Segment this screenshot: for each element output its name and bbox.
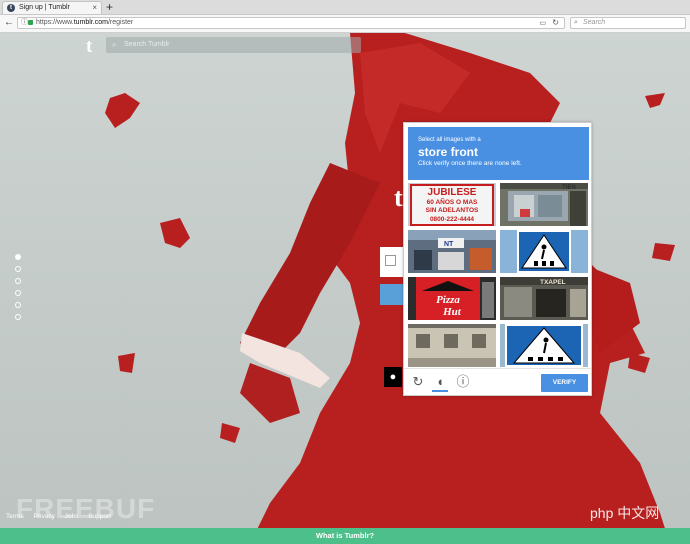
reload-challenge-icon[interactable]: ↻ xyxy=(410,374,426,390)
captcha-tile-pedestrian-sign[interactable] xyxy=(500,324,588,367)
carousel-dot[interactable] xyxy=(15,314,21,320)
captcha-image-grid: JUBILESE 60 AÑOS O MAS SIN ADELANTOS 080… xyxy=(408,183,589,367)
what-is-tumblr-bar[interactable]: What is Tumblr? xyxy=(0,528,690,544)
footer-links: Terms Privacy Jobs Support xyxy=(6,513,119,520)
tile-text: TXAPEL xyxy=(540,279,566,286)
captcha-instruction-top: Select all images with a xyxy=(418,137,481,143)
tile-image: TIEN xyxy=(500,183,588,226)
captcha-tile-pizza-hut[interactable]: Pizza Hut xyxy=(408,277,496,320)
apple-icon[interactable]: ● xyxy=(384,367,402,387)
info-icon[interactable]: ⓘ xyxy=(455,374,471,390)
tile-image: NT xyxy=(408,230,496,273)
address-bar[interactable]: ⓘ https://www.tumblr.com/register ▭ ↻ xyxy=(17,17,565,29)
tumblr-logo[interactable]: t xyxy=(86,36,92,58)
captcha-tile-building[interactable] xyxy=(408,324,496,367)
tumblr-search-input[interactable]: ⌕ Search Tumblr xyxy=(106,37,361,53)
tab-title: Sign up | Tumblr xyxy=(19,4,70,11)
carousel-dot[interactable] xyxy=(15,254,21,260)
tumblr-big-logo: t xyxy=(394,183,403,212)
captcha-tile-street-shops[interactable]: NT xyxy=(408,230,496,273)
recaptcha-checkbox-widget[interactable] xyxy=(380,247,404,277)
tumblr-page: t ⌕ Search Tumblr t ● Select all images … xyxy=(0,33,690,544)
tile-image: Pizza Hut xyxy=(408,277,496,320)
tile-text: SIN ADELANTOS xyxy=(426,207,479,214)
captcha-tile-shop-exterior[interactable]: TXAPEL xyxy=(500,277,588,320)
browser-nav-bar: ← ⓘ https://www.tumblr.com/register ▭ ↻ … xyxy=(0,15,690,33)
recaptcha-checkbox[interactable] xyxy=(385,255,396,266)
reload-button[interactable]: ↻ xyxy=(552,18,559,28)
signup-button-partial[interactable] xyxy=(380,284,404,305)
tile-text: Pizza xyxy=(436,294,460,306)
footer-link-terms[interactable]: Terms xyxy=(6,513,24,520)
tile-image xyxy=(500,230,588,273)
tile-image: JUBILESE 60 AÑOS O MAS SIN ADELANTOS 080… xyxy=(408,183,496,226)
carousel-dot[interactable] xyxy=(15,302,21,308)
tumblr-search-placeholder: Search Tumblr xyxy=(124,41,170,48)
tile-text: TIEN xyxy=(562,185,576,191)
new-tab-button[interactable]: + xyxy=(106,0,113,14)
tile-image: TXAPEL xyxy=(500,277,588,320)
tile-text: JUBILESE xyxy=(428,187,477,198)
search-icon: ⌕ xyxy=(574,19,578,26)
site-info-icon[interactable]: ⓘ xyxy=(21,18,28,28)
browser-tab[interactable]: t Sign up | Tumblr × xyxy=(2,1,102,14)
browser-tab-bar: t Sign up | Tumblr × + xyxy=(0,0,690,15)
footer-link-support[interactable]: Support xyxy=(88,513,111,520)
watermark-freebuf: FREEBUF xyxy=(16,493,156,524)
tumblr-favicon-icon: t xyxy=(7,4,15,12)
browser-search-box[interactable]: ⌕ Search xyxy=(570,17,686,29)
tile-image xyxy=(500,324,588,367)
footer-link-privacy[interactable]: Privacy xyxy=(34,513,55,520)
carousel-dot[interactable] xyxy=(15,278,21,284)
tile-text: NT xyxy=(444,241,454,248)
carousel-dots xyxy=(15,254,21,326)
captcha-target: store front xyxy=(418,145,478,159)
reader-view-icon[interactable]: ▭ xyxy=(539,19,546,29)
headphones-icon[interactable]: ◖ xyxy=(432,374,448,392)
captcha-instruction-bottom: Click verify once there are none left. xyxy=(418,160,522,167)
captcha-header: Select all images with a store front Cli… xyxy=(408,127,589,180)
lock-icon xyxy=(28,20,33,25)
watermark-php: php 中文网 xyxy=(590,505,660,521)
carousel-dot[interactable] xyxy=(15,266,21,272)
browser-search-placeholder: Search xyxy=(583,19,606,26)
recaptcha-challenge: Select all images with a store front Cli… xyxy=(403,122,592,396)
back-button[interactable]: ← xyxy=(3,17,15,29)
tile-text: 0800-222-4444 xyxy=(430,216,474,223)
verify-button[interactable]: VERIFY xyxy=(541,374,588,392)
tile-image xyxy=(408,324,496,367)
captcha-footer: ↻ ◖ ⓘ VERIFY xyxy=(404,368,591,397)
tile-text: 60 AÑOS O MAS xyxy=(427,197,478,206)
tile-text: Hut xyxy=(442,306,462,318)
url-text: https://www.tumblr.com/register xyxy=(36,19,134,26)
footer-link-jobs[interactable]: Jobs xyxy=(65,513,79,520)
captcha-tile-shop-window[interactable]: TIEN xyxy=(500,183,588,226)
search-icon: ⌕ xyxy=(112,40,117,49)
captcha-tile-jubilese-sign[interactable]: JUBILESE 60 AÑOS O MAS SIN ADELANTOS 080… xyxy=(408,183,496,226)
tab-close-icon[interactable]: × xyxy=(92,2,97,14)
captcha-tile-crosswalk-sign[interactable] xyxy=(500,230,588,273)
carousel-dot[interactable] xyxy=(15,290,21,296)
